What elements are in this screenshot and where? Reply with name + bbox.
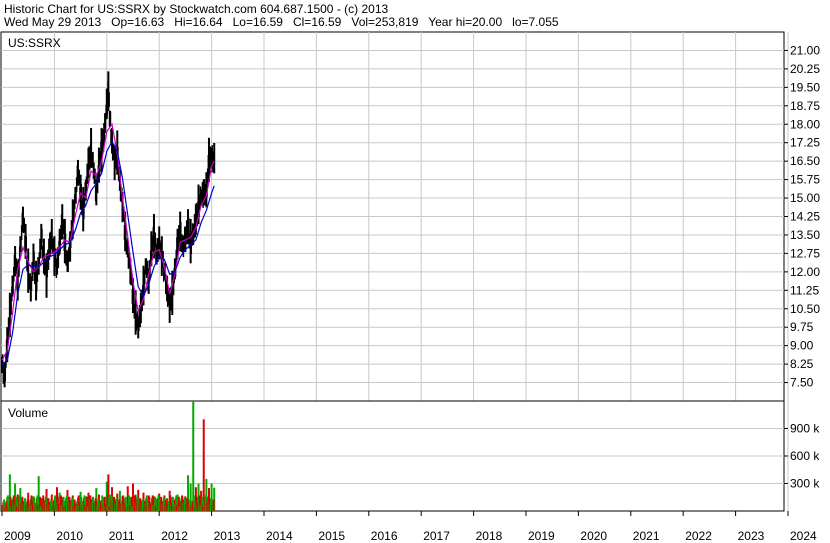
year-tick-label: 2024 [790,529,817,543]
price-tick-label: 18.00 [790,117,820,131]
year-tick-label: 2011 [109,529,135,543]
year-tick-label: 2014 [266,529,293,543]
price-tick-label: 19.50 [790,80,820,94]
year-tick-label: 2013 [214,529,241,543]
volume-tick-label: 600 k [790,449,820,463]
symbol-label: US:SSRX [8,36,61,50]
year-tick-label: 2019 [528,529,555,543]
volume-tick-label: 900 k [790,422,820,436]
volume-bar [192,401,195,511]
price-tick-label: 17.25 [790,136,820,150]
price-tick-label: 21.00 [790,43,820,57]
year-tick-label: 2010 [56,529,83,543]
year-tick-label: 2012 [161,529,188,543]
volume-tick-label: 300 k [790,477,820,491]
price-tick-label: 14.25 [790,210,820,224]
year-tick-label: 2020 [580,529,607,543]
year-tick-label: 2021 [633,529,660,543]
price-tick-label: 9.75 [790,320,814,334]
volume-label: Volume [8,406,48,420]
year-tick-label: 2022 [685,529,712,543]
price-tick-label: 15.75 [790,173,820,187]
year-tick-label: 2009 [4,529,31,543]
price-tick-label: 12.75 [790,246,820,260]
price-tick-label: 10.50 [790,302,820,316]
year-tick-label: 2017 [423,529,450,543]
historic-chart: 21.00 20.25 19.50 18.75 18.00 17.25 16.50 15.75… [0,31,820,543]
price-tick-label: 20.25 [790,62,820,76]
price-tick-label: 13.50 [790,228,820,242]
volume-bar [212,499,215,511]
price-tick-label: 12.00 [790,265,820,279]
price-tick-label: 18.75 [790,99,820,113]
volume-axis: 900 k 600 k 300 k [784,422,820,491]
price-tick-label: 9.00 [790,339,814,353]
price-tick-label: 15.00 [790,191,820,205]
price-axis: 21.00 20.25 19.50 18.75 18.00 17.25 16.50 15.75… [784,43,820,390]
year-axis: 2009 2010 2011 2012 2013 2014 2015 2016 2017 2018… [1,511,817,543]
chart-window: Historic Chart for US:SSRX by Stockwatch… [0,0,830,543]
price-tick-label: 16.50 [790,154,820,168]
price-tick-label: 7.50 [790,376,814,390]
price-tick-label: 11.25 [790,283,819,297]
year-tick-label: 2023 [738,529,765,543]
year-tick-label: 2016 [371,529,398,543]
year-tick-label: 2015 [318,529,345,543]
year-tick-label: 2018 [476,529,503,543]
price-tick-label: 8.25 [790,357,814,371]
